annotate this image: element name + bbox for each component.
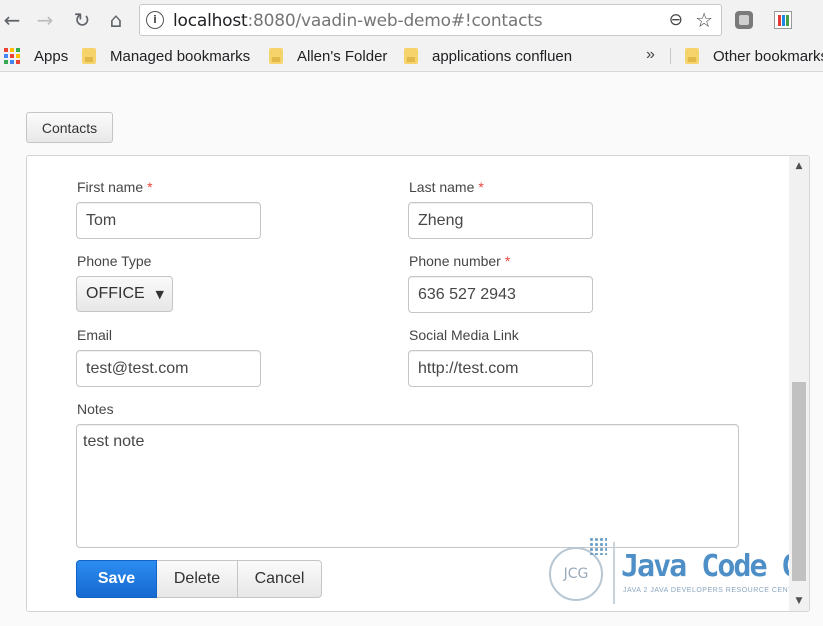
address-bar[interactable]: i localhost:8080/vaadin-web-demo#!contac… [139,4,722,36]
browser-toolbar: ← → ↻ ⌂ i localhost:8080/vaadin-web-demo… [0,0,823,40]
url-path: :8080/vaadin-web-demo#!contacts [247,11,543,31]
phone-type-value: OFFICE [86,285,145,302]
watermark-subtitle: JAVA 2 JAVA DEVELOPERS RESOURCE CENTER [623,587,804,594]
email-label: Email [77,327,113,343]
scrollbar-thumb[interactable] [792,382,806,581]
notes-textarea[interactable]: test note [76,424,739,548]
folder-icon [404,48,418,64]
last-name-label-text: Last name [409,179,475,195]
bookmark-label: applications confluen [432,47,573,65]
apps-grid-icon [4,48,20,64]
jcg-logo-icon: JCG [549,547,603,601]
email-input[interactable]: test@test.com [76,350,261,387]
page-content: Contacts First name * Tom Last name * Zhen… [0,72,823,626]
dropdown-caret-icon: ▼ [155,288,164,301]
delete-button[interactable]: Delete [157,560,238,598]
bookmark-managed[interactable]: Managed bookmarks [82,46,250,66]
phone-type-label: Phone Type [77,253,152,269]
folder-icon [269,48,283,64]
phone-type-select[interactable]: OFFICE ▼ [76,276,173,312]
bookmark-applications-confluence[interactable]: applications confluen [404,46,574,66]
logo-divider [613,542,615,604]
social-media-link-label: Social Media Link [409,327,519,343]
phone-number-input[interactable]: 636 527 2943 [408,276,593,313]
bookmark-label: Other bookmarks [713,47,823,65]
extension-icon[interactable] [735,11,753,29]
home-icon[interactable]: ⌂ [104,8,128,32]
scroll-down-arrow-icon[interactable]: ▼ [789,593,809,609]
save-button[interactable]: Save [76,560,157,598]
first-name-label: First name * [77,179,153,195]
folder-icon [82,48,96,64]
social-media-link-input[interactable]: http://test.com [408,350,593,387]
phone-number-label-text: Phone number [409,253,501,269]
phone-number-label: Phone number * [409,253,510,269]
scroll-up-arrow-icon[interactable]: ▲ [789,158,809,174]
bookmark-label: Apps [34,47,69,65]
site-info-icon[interactable]: i [146,11,164,29]
folder-icon [685,48,699,64]
bookmarks-separator [670,48,671,64]
contacts-button[interactable]: Contacts [26,112,113,143]
notes-label: Notes [77,401,114,417]
bookmark-star-icon[interactable]: ☆ [695,8,713,32]
forward-arrow-icon[interactable]: → [33,8,57,32]
extension-colored-icon[interactable] [774,11,792,29]
required-marker: * [478,179,484,195]
last-name-input[interactable]: Zheng [408,202,593,239]
address-url[interactable]: localhost:8080/vaadin-web-demo#!contacts [173,11,543,31]
bookmark-allens-folder[interactable]: Allen's Folder [269,46,387,66]
logo-dots [589,537,607,555]
bookmarks-bar: Apps Managed bookmarks Allen's Folder ap… [0,40,823,72]
last-name-label: Last name * [409,179,484,195]
panel-scrollbar[interactable]: ▲ ▼ [789,156,809,611]
bookmark-apps[interactable]: Apps [4,46,68,66]
first-name-input[interactable]: Tom [76,202,261,239]
required-marker: * [147,179,153,195]
required-marker: * [504,253,511,269]
bookmark-label: Managed bookmarks [110,47,251,65]
bookmarks-overflow-icon[interactable]: » [646,46,655,64]
contact-form-panel: First name * Tom Last name * Zheng Phone T… [26,155,810,612]
reload-icon[interactable]: ↻ [70,8,94,32]
zoom-icon[interactable]: ⊖ [669,10,683,30]
form-button-group: Save Delete Cancel [76,560,322,598]
back-arrow-icon[interactable]: ← [0,8,24,32]
first-name-label-text: First name [77,179,144,195]
bookmark-label: Allen's Folder [297,47,388,65]
java-code-geeks-watermark: JCG Java Code Geeks JAVA 2 JAVA DEVELOPE… [549,537,809,607]
watermark-title: Java Code Geeks [621,549,809,584]
bookmark-other[interactable]: Other bookmarks [685,46,823,66]
url-host: localhost [173,11,248,31]
cancel-button[interactable]: Cancel [238,560,322,598]
